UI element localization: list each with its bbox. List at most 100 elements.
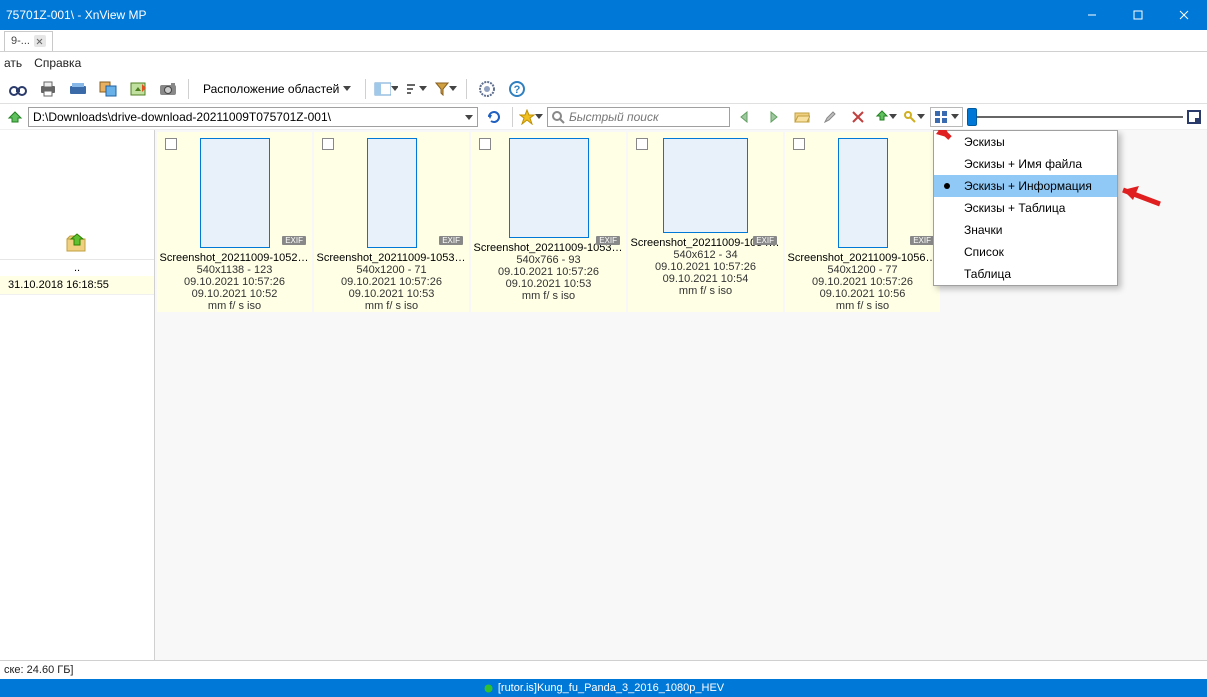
thumb-checkbox[interactable] [165,138,177,150]
thumbnail-image[interactable] [663,138,748,233]
main-area: .. 31.10.2018 16:18:55 EXIF Screenshot_2… [0,130,1207,660]
menu-item-thumbs-info[interactable]: Эскизы + Информация [934,175,1117,197]
thumb-checkbox[interactable] [322,138,334,150]
thumbnail-size-slider[interactable] [967,107,1201,127]
address-input[interactable] [28,107,478,127]
thumbnail-image[interactable] [838,138,888,248]
close-button[interactable] [1161,0,1207,30]
menu-item-thumbs-name[interactable]: Эскизы + Имя файла [934,153,1117,175]
menu-item-thumbnails[interactable]: Эскизы [934,131,1117,153]
panel-layout-label: Расположение областей [203,82,339,96]
thumb-dimensions: 540x612 - 34 [673,249,737,261]
search-input[interactable] [569,110,726,124]
thumb-dimensions: 540x1200 - 77 [827,264,897,276]
maximize-button[interactable] [1115,0,1161,30]
thumb-date1: 09.10.2021 10:57:26 [184,276,285,288]
thumb-date2: 09.10.2021 10:53 [506,278,592,290]
thumbnail-item[interactable]: EXIF Screenshot_20211009-105256_P... 540… [157,132,312,312]
tab-breadcrumb[interactable]: 9-... [4,31,53,51]
view-mode-dropdown[interactable] [930,107,963,127]
star-icon[interactable] [519,105,543,129]
thumbnail-image[interactable] [200,138,270,248]
thumbnail-grid: EXIF Screenshot_20211009-105256_P... 540… [155,130,1207,660]
search-box[interactable] [547,107,730,127]
thumbnail-item[interactable]: EXIF Screenshot_20211009-105304_P... 540… [314,132,469,312]
menu-item-list[interactable]: Список [934,241,1117,263]
fullscreen-icon[interactable] [1187,110,1201,124]
thumbnails-icon [934,110,948,124]
refresh-icon[interactable] [482,105,506,129]
taskbar-strip: [rutor.is]Kung_fu_Panda_3_2016_1080p_HEV [0,679,1207,697]
address-field[interactable] [29,110,461,124]
open-folder-icon[interactable] [790,105,814,129]
panel-layout-dropdown[interactable]: Расположение областей [197,77,357,101]
binoculars-icon[interactable] [6,77,30,101]
thumb-date1: 09.10.2021 10:57:26 [498,266,599,278]
view-mode-menu: Эскизы Эскизы + Имя файла Эскизы + Инфор… [933,130,1118,286]
filter-icon[interactable] [434,77,458,101]
thumb-lens: mm f/ s iso [522,290,575,302]
folder-up-large-icon[interactable] [63,231,91,253]
menu-item-table[interactable]: Таблица [934,263,1117,285]
up-folder-label[interactable]: .. [0,260,154,276]
menu-item-thumbs-table[interactable]: Эскизы + Таблица [934,197,1117,219]
address-toolbar [0,104,1207,130]
thumb-dimensions: 540x1138 - 123 [197,264,273,276]
nav-back-icon[interactable] [734,105,758,129]
export-icon[interactable] [874,105,898,129]
thumb-filename: Screenshot_20211009-105256_P... [160,252,310,264]
thumb-date2: 09.10.2021 10:56 [820,288,906,300]
thumbnail-image[interactable] [509,138,589,238]
minimize-button[interactable] [1069,0,1115,30]
folder-up-icon[interactable] [6,105,24,129]
thumb-date1: 09.10.2021 10:57:26 [655,261,756,273]
thumbnail-item[interactable]: EXIF Screenshot_20211009-105638_P... 540… [785,132,940,312]
key-icon[interactable] [902,105,926,129]
convert-icon[interactable] [96,77,120,101]
thumbnail-image[interactable] [367,138,417,248]
gear-icon[interactable] [475,77,499,101]
main-toolbar: Расположение областей ? [0,74,1207,104]
menu-bar: ать Справка [0,52,1207,74]
tab-close-icon[interactable] [34,35,46,47]
sort-icon[interactable] [404,77,428,101]
scanner-icon[interactable] [66,77,90,101]
thumb-checkbox[interactable] [793,138,805,150]
nav-forward-icon[interactable] [762,105,786,129]
thumb-date1: 09.10.2021 10:57:26 [812,276,913,288]
help-icon[interactable]: ? [505,77,529,101]
thumb-date2: 09.10.2021 10:54 [663,273,749,285]
thumb-checkbox[interactable] [479,138,491,150]
search-icon [551,110,565,124]
edit-icon[interactable] [818,105,842,129]
import-image-icon[interactable] [126,77,150,101]
thumb-dimensions: 540x1200 - 71 [356,264,426,276]
tab-strip: 9-... [0,30,1207,52]
exif-badge: EXIF [753,236,777,245]
taskbar-text: [rutor.is]Kung_fu_Panda_3_2016_1080p_HEV [498,682,724,694]
bullet-icon [944,183,950,189]
delete-icon[interactable] [846,105,870,129]
print-icon[interactable] [36,77,60,101]
window-titlebar: 75701Z-001\ - XnView MP [0,0,1207,30]
svg-text:?: ? [514,84,521,96]
status-bar: ске: 24.60 ГБ] [0,660,1207,679]
thumb-dimensions: 540x766 - 93 [516,254,580,266]
thumb-filename: Screenshot_20211009-105304_P... [317,252,467,264]
side-panel: .. 31.10.2018 16:18:55 [0,130,155,660]
menu-item-help[interactable]: Справка [34,56,81,70]
taskbar-app-icon [483,683,494,694]
thumb-lens: mm f/ s iso [365,300,418,312]
thumb-checkbox[interactable] [636,138,648,150]
menu-item-1[interactable]: ать [4,56,22,70]
panel-toggle-icon[interactable] [374,77,398,101]
thumbnail-item[interactable]: EXIF Screenshot_20211009-105328_P... 540… [471,132,626,312]
thumb-date2: 09.10.2021 10:52 [192,288,278,300]
folder-date: 31.10.2018 16:18:55 [0,276,154,295]
menu-item-icons[interactable]: Значки [934,219,1117,241]
thumb-date2: 09.10.2021 10:53 [349,288,435,300]
camera-icon[interactable] [156,77,180,101]
thumb-lens: mm f/ s iso [208,300,261,312]
slider-thumb[interactable] [967,108,977,126]
thumbnail-item[interactable]: EXIF Screenshot_20211009-105411_G... 540… [628,132,783,312]
